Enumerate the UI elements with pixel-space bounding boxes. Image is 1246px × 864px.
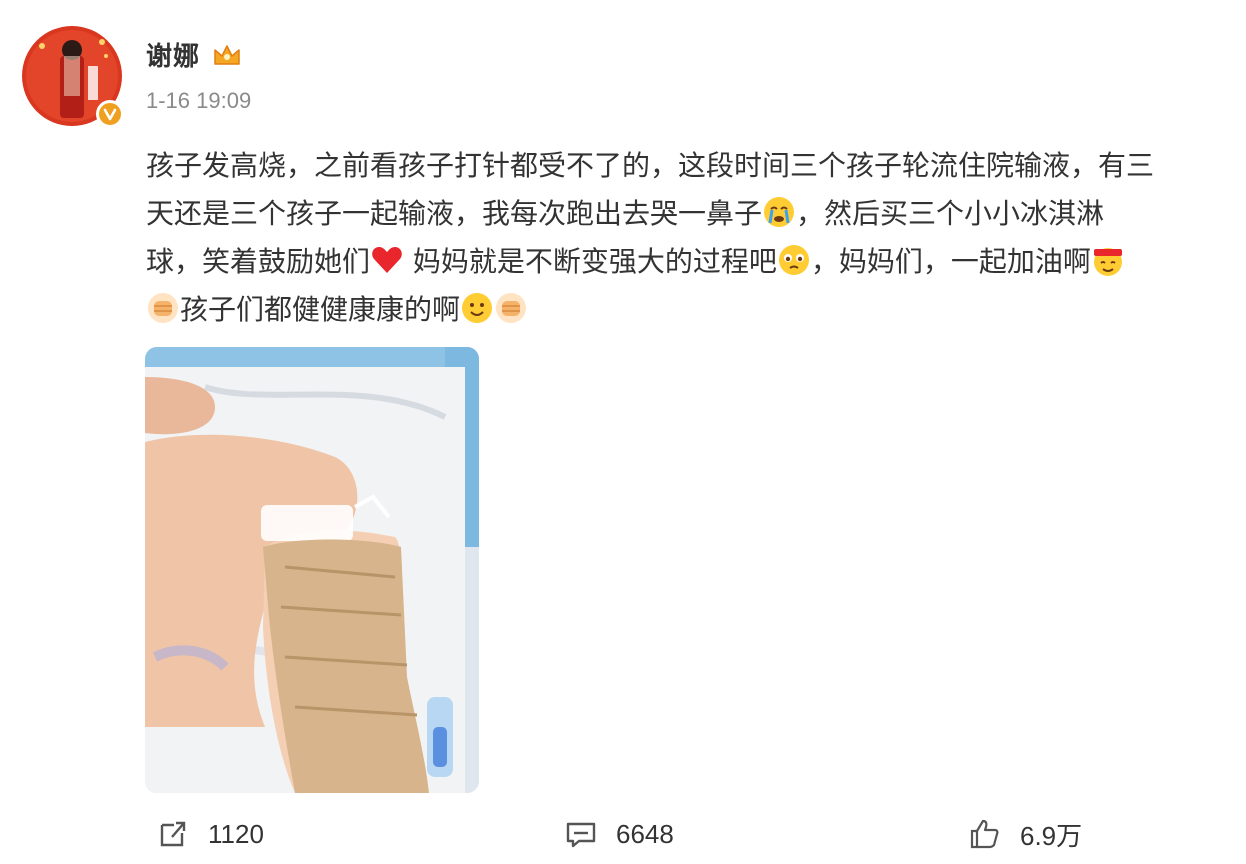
verified-badge-icon [96,100,124,128]
repost-icon [156,817,190,851]
post-timestamp[interactable]: 1-16 19:09 [146,88,251,114]
post-text-segment: 球，笑着鼓励她们 [146,245,371,278]
comment-icon [564,817,598,851]
repost-button[interactable]: 1120 [156,812,264,856]
weibo-post-card: 谢娜 1-16 19:09 孩子发高烧，之前看孩子打针都受不了的，这段时间三个孩… [0,0,1246,864]
smile-emoji-icon [460,291,494,325]
post-text-segment: ，妈妈们，一起加油啊 [810,245,1091,278]
fist-emoji-icon [494,291,528,325]
repost-count: 1120 [208,818,264,849]
teary-emoji-icon [777,243,811,277]
post-text-segment: 妈妈就是不断变强大的过程吧 [404,245,777,278]
post-photo[interactable] [145,347,479,793]
crown-icon [212,42,242,68]
like-button[interactable]: 6.9万 [968,812,1082,856]
cheer-emoji-icon [1091,243,1125,277]
post-text-line: 孩子发高烧，之前看孩子打针都受不了的，这段时间三个孩子轮流住院输液，有三 [146,149,1155,182]
post-body: 孩子发高烧，之前看孩子打针都受不了的，这段时间三个孩子轮流住院输液，有三 天还是… [146,142,1226,334]
like-count: 6.9万 [1020,820,1083,851]
comment-button[interactable]: 6648 [564,812,674,856]
comment-count: 6648 [616,818,674,849]
crying-emoji-icon [762,195,796,229]
post-text-segment: 天还是三个孩子一起输液，我每次跑出去哭一鼻子 [146,197,763,230]
author-name[interactable]: 谢娜 [146,36,200,73]
thumbs-up-icon [968,817,1002,851]
post-text-segment: 孩子们都健健康康的啊 [180,293,461,326]
fist-emoji-icon [146,291,180,325]
post-text-segment: ，然后买三个小小冰淇淋 [796,197,1105,230]
heart-emoji-icon [370,243,404,277]
